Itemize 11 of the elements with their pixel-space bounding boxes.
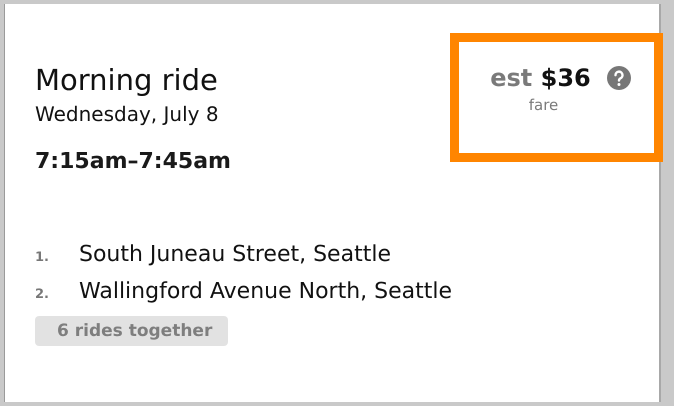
fare-caption: fare bbox=[528, 96, 558, 114]
fare-amount: est $36 bbox=[490, 64, 591, 92]
ride-date: Wednesday, July 8 bbox=[35, 101, 220, 128]
stop-number: 1. bbox=[35, 250, 50, 265]
rides-tag: 6 rides together bbox=[35, 316, 228, 346]
help-icon[interactable] bbox=[606, 66, 631, 90]
stop-address: Wallingford Avenue North, Seattle bbox=[79, 279, 452, 304]
stop-address: South Juneau Street, Seattle bbox=[79, 242, 391, 267]
stop-number: 2. bbox=[35, 287, 50, 302]
ride-title: Morning ride bbox=[35, 62, 219, 98]
ride-time: 7:15am–7:45am bbox=[35, 148, 231, 176]
